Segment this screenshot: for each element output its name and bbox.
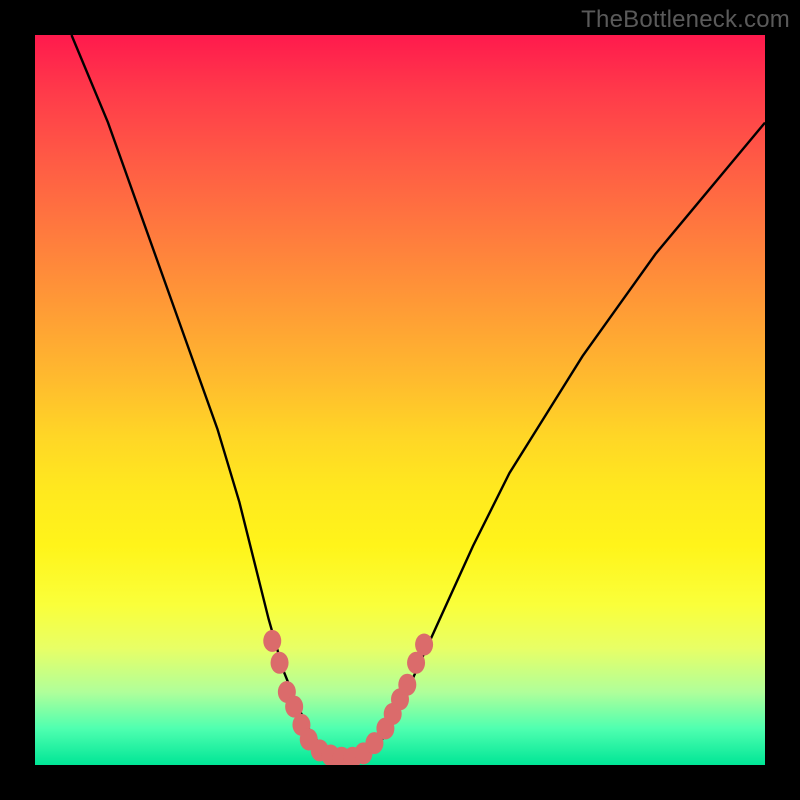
data-point-markers [35, 35, 765, 765]
marker-right-upper-2 [415, 634, 433, 656]
marker-group [263, 630, 433, 765]
watermark-text: TheBottleneck.com [581, 6, 790, 34]
marker-right-mid-2 [398, 674, 416, 696]
chart-frame [35, 35, 765, 765]
marker-left-upper-1 [263, 630, 281, 652]
marker-left-upper-2 [271, 652, 289, 674]
